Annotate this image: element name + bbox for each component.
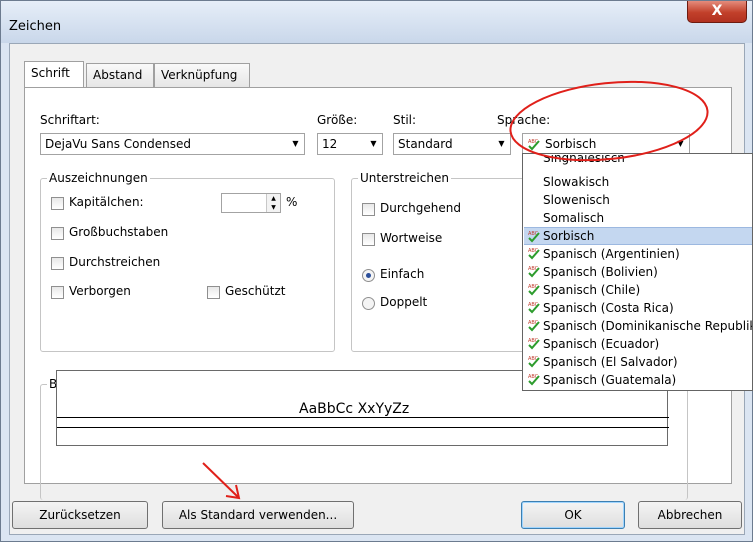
list-item-label: Spanisch (El Salvador) <box>543 355 678 369</box>
preview-sample-text: AaBbCc XxYyZz <box>297 401 412 417</box>
list-item-label: Spanisch (Guatemala) <box>543 373 677 387</box>
list-item[interactable]: ABC Spanisch (Bolivien) <box>524 263 752 281</box>
spellcheck-icon: ABC <box>528 356 540 368</box>
double-radio[interactable] <box>362 297 375 310</box>
chevron-down-icon[interactable]: ▼ <box>365 134 382 154</box>
font-style-value: Standard <box>398 137 453 151</box>
chevron-down-icon[interactable]: ▼ <box>287 134 304 154</box>
effects-group-title: Auszeichnungen <box>47 171 150 185</box>
list-item[interactable]: Singhalesisch <box>524 155 752 167</box>
list-item-label: Slowenisch <box>543 193 610 207</box>
language-label: Sprache: <box>497 113 551 127</box>
spellcheck-icon: ABC <box>528 284 540 296</box>
title-bar[interactable]: Zeichen X <box>1 1 752 43</box>
list-item-label: Spanisch (Ecuador) <box>543 337 660 351</box>
spellcheck-icon: ABC <box>528 139 540 151</box>
font-style-select[interactable]: Standard ▼ <box>393 133 511 155</box>
strikethrough-checkbox[interactable] <box>51 257 64 270</box>
protected-checkbox[interactable] <box>207 286 220 299</box>
list-item[interactable]: ABC Spanisch (Dominikanische Republik) <box>524 317 753 335</box>
list-item-label: Spanisch (Dominikanische Republik) <box>543 319 753 333</box>
list-item[interactable]: Somalisch <box>524 209 752 227</box>
list-item-label: Somalisch <box>543 211 605 225</box>
list-item-label: Sorbisch <box>543 229 595 243</box>
spin-arrows-icon[interactable]: ▲ ▼ <box>266 194 280 212</box>
tab-verknuepfung[interactable]: Verknüpfung <box>154 63 250 87</box>
spellcheck-icon: ABC <box>528 320 540 332</box>
percent-sign: % <box>286 195 298 209</box>
hidden-checkbox[interactable] <box>51 286 64 299</box>
font-size-label: Größe: <box>317 113 358 127</box>
list-item[interactable]: Slowenisch <box>524 191 752 209</box>
reset-button[interactable]: Zurücksetzen <box>12 501 148 529</box>
list-item-label: Spanisch (Costa Rica) <box>543 301 674 315</box>
spellcheck-icon: ABC <box>528 374 540 386</box>
font-size-select[interactable]: 12 ▼ <box>317 133 383 155</box>
list-item[interactable]: ABC Spanisch (Argentinien) <box>524 245 752 263</box>
spellcheck-icon: ABC <box>528 302 540 314</box>
chevron-down-icon[interactable]: ▼ <box>672 134 689 154</box>
uppercase-checkbox[interactable] <box>51 227 64 240</box>
ok-button[interactable]: OK <box>521 501 625 529</box>
underline-group-title: Unterstreichen <box>358 171 451 185</box>
word-by-word-checkbox[interactable] <box>362 233 375 246</box>
preview-baseline <box>57 417 669 418</box>
chevron-down-icon[interactable]: ▼ <box>493 134 510 154</box>
small-caps-checkbox[interactable] <box>51 197 64 210</box>
language-dropdown-list[interactable]: Singhalesisch Slowakisch Slowenisch Soma… <box>522 153 753 391</box>
list-item-label: Spanisch (Argentinien) <box>543 247 680 261</box>
list-item-label: Spanisch (Bolivien) <box>543 265 658 279</box>
set-default-button[interactable]: Als Standard verwenden... <box>162 501 354 529</box>
small-caps-percent-stepper[interactable]: ▲ ▼ <box>221 193 281 213</box>
preview-rule <box>57 427 669 428</box>
close-button[interactable]: X <box>687 1 747 23</box>
font-family-select[interactable]: DejaVu Sans Condensed ▼ <box>40 133 305 155</box>
list-item-label: Singhalesisch <box>543 155 625 165</box>
list-item-selected[interactable]: ABC Sorbisch <box>524 227 752 245</box>
protected-label: Geschützt <box>225 284 286 298</box>
hidden-label: Verborgen <box>69 284 131 298</box>
list-item[interactable]: ABC Spanisch (Chile) <box>524 281 752 299</box>
single-radio[interactable] <box>362 269 375 282</box>
spellcheck-icon: ABC <box>528 338 540 350</box>
underline-group: Unterstreichen Durchgehend Wortweise Ein… <box>351 171 527 352</box>
double-label: Doppelt <box>380 295 428 309</box>
continuous-label: Durchgehend <box>380 201 461 215</box>
spellcheck-icon: ABC <box>528 248 540 260</box>
list-item-label: Slowakisch <box>543 175 610 189</box>
word-by-word-label: Wortweise <box>380 231 443 245</box>
list-item-label: Spanisch (Chile) <box>543 283 641 297</box>
cancel-button[interactable]: Abbrechen <box>638 501 742 529</box>
spellcheck-icon: ABC <box>528 231 540 243</box>
effects-group: Auszeichnungen Kapitälchen: ▲ ▼ % Großbuc… <box>40 171 335 352</box>
list-item[interactable]: ABC Spanisch (Ecuador) <box>524 335 752 353</box>
uppercase-label: Großbuchstaben <box>69 225 169 239</box>
window-title: Zeichen <box>9 19 62 34</box>
list-item[interactable]: ABC Spanisch (Guatemala) <box>524 371 752 389</box>
single-label: Einfach <box>380 267 425 281</box>
language-select[interactable]: ABC Sorbisch ▼ <box>522 133 690 155</box>
font-family-value: DejaVu Sans Condensed <box>45 137 191 151</box>
continuous-checkbox[interactable] <box>362 203 375 216</box>
list-item[interactable]: ABC Spanisch (Costa Rica) <box>524 299 752 317</box>
list-item[interactable]: Slowakisch <box>524 173 752 191</box>
font-style-label: Stil: <box>393 113 417 127</box>
font-size-value: 12 <box>322 137 338 151</box>
list-item[interactable]: ABC Spanisch (El Salvador) <box>524 353 752 371</box>
font-family-label: Schriftart: <box>40 113 100 127</box>
tab-schrift[interactable]: Schrift <box>24 61 84 87</box>
small-caps-label: Kapitälchen: <box>69 195 144 209</box>
tab-abstand[interactable]: Abstand <box>86 63 154 87</box>
strikethrough-label: Durchstreichen <box>69 255 161 269</box>
spellcheck-icon: ABC <box>528 266 540 278</box>
language-value: Sorbisch <box>545 137 597 151</box>
